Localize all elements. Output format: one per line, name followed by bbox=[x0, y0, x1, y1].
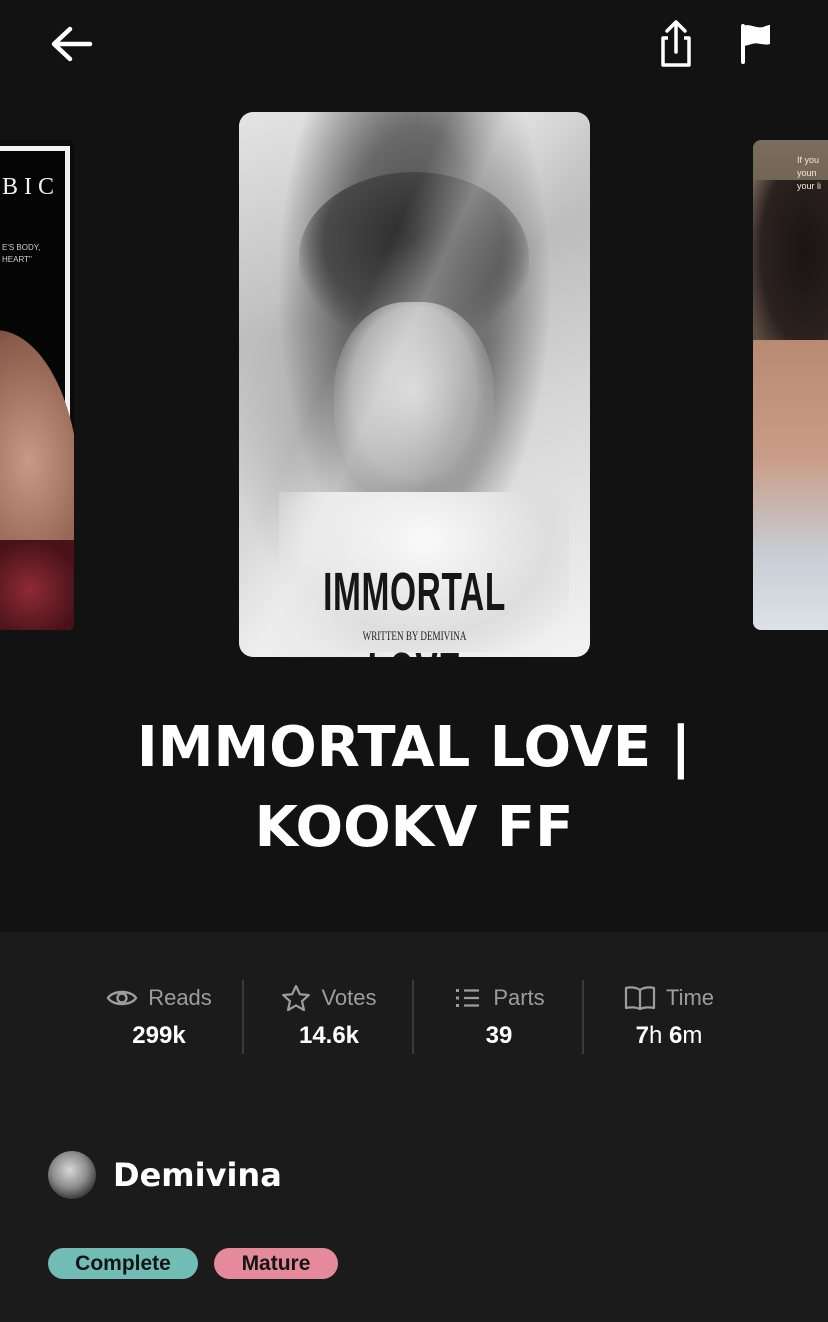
stats-bar: Reads 299k Votes 14.6k Parts 39 Time 7h … bbox=[74, 980, 754, 1056]
cover-byline: WRITTEN BY DEMIVINA bbox=[362, 628, 467, 643]
author-name[interactable]: Demivina bbox=[113, 1155, 282, 1195]
avatar[interactable] bbox=[48, 1151, 96, 1199]
cover-tagline-fragment: E'S BODY, HEART" bbox=[2, 243, 41, 264]
share-button[interactable] bbox=[652, 16, 700, 72]
tag-list: Complete Mature bbox=[48, 1248, 448, 1280]
status-badge-complete: Complete bbox=[48, 1248, 198, 1279]
list-icon bbox=[456, 989, 480, 1007]
time-minutes-unit: m bbox=[682, 1022, 703, 1049]
stat-value: 14.6k bbox=[298, 1022, 360, 1049]
cover-art bbox=[0, 540, 74, 630]
cover-art bbox=[753, 180, 828, 360]
stat-label: Reads bbox=[148, 985, 212, 1010]
cover-previous[interactable]: BIC E'S BODY, HEART" bbox=[0, 140, 74, 630]
flag-icon bbox=[741, 24, 770, 64]
author-row[interactable]: Demivina bbox=[48, 1151, 548, 1201]
stat-value: 7h 6m bbox=[584, 1022, 754, 1050]
stat-label: Votes bbox=[321, 985, 377, 1010]
book-title: IMMORTAL LOVE | KOOKV FF bbox=[136, 715, 692, 860]
eye-icon bbox=[106, 990, 138, 1006]
cover-art bbox=[753, 340, 828, 630]
share-icon bbox=[661, 20, 691, 67]
cover-current[interactable]: IMMORTAL LOVE WRITTEN BY DEMIVINA bbox=[239, 112, 590, 657]
stat-parts: Parts 39 bbox=[414, 980, 584, 1056]
stat-reads: Reads 299k bbox=[74, 980, 244, 1056]
stat-value: 39 bbox=[485, 1022, 513, 1049]
cover-text-fragment: If you youn your li bbox=[797, 155, 822, 191]
arrow-left-icon bbox=[51, 26, 93, 62]
time-minutes: 6 bbox=[669, 1022, 683, 1049]
back-button[interactable] bbox=[46, 20, 98, 68]
time-hours: 7 bbox=[635, 1022, 649, 1049]
book-hero: BIC E'S BODY, HEART" IMMORTAL LOVE WRITT… bbox=[0, 0, 828, 932]
book-open-icon bbox=[624, 986, 656, 1011]
stat-time: Time 7h 6m bbox=[584, 980, 754, 1056]
status-badge-mature: Mature bbox=[214, 1248, 338, 1279]
star-icon bbox=[282, 984, 311, 1012]
stat-value: 299k bbox=[132, 1022, 186, 1049]
report-button[interactable] bbox=[734, 20, 778, 68]
stat-label: Parts bbox=[493, 985, 545, 1010]
top-bar bbox=[0, 0, 828, 92]
stat-label: Time bbox=[665, 985, 715, 1010]
cover-next[interactable]: If you youn your li bbox=[753, 140, 828, 630]
time-hours-unit: h bbox=[648, 1022, 663, 1049]
cover-title-fragment: BIC bbox=[2, 174, 61, 200]
stat-votes: Votes 14.6k bbox=[244, 980, 414, 1056]
